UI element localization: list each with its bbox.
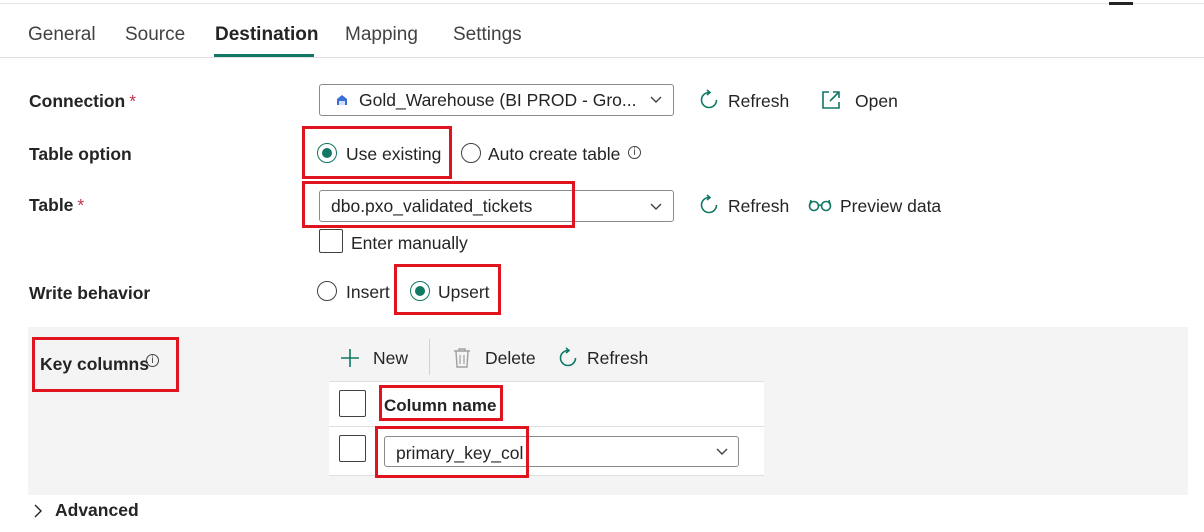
delete-key-column-button[interactable]: Delete [485, 348, 536, 369]
chevron-down-icon [650, 96, 662, 103]
highlight-upsert [394, 264, 501, 315]
open-external-icon[interactable] [820, 89, 842, 111]
tab-destination[interactable]: Destination [215, 24, 318, 46]
refresh-icon[interactable] [557, 347, 579, 369]
tabs-divider [0, 57, 1204, 58]
new-key-column-button[interactable]: New [373, 348, 408, 369]
refresh-icon[interactable] [698, 194, 720, 216]
connection-refresh-button[interactable]: Refresh [728, 91, 789, 112]
refresh-icon[interactable] [698, 89, 720, 111]
table-top-border [329, 381, 764, 382]
highlight-use-existing [302, 126, 452, 179]
highlight-column-name [379, 385, 503, 421]
chevron-right-icon[interactable] [33, 504, 43, 518]
auto-create-table-radio[interactable] [461, 143, 481, 163]
table-refresh-button[interactable]: Refresh [728, 196, 789, 217]
info-icon[interactable]: i [628, 146, 641, 159]
advanced-toggle[interactable]: Advanced [55, 500, 139, 521]
connection-label-text: Connection [29, 91, 126, 111]
auto-create-table-label[interactable]: Auto create table [488, 144, 620, 165]
connection-value: Gold_Warehouse (BI PROD - Gro... [359, 90, 637, 110]
highlight-key-columns [32, 337, 179, 392]
highlight-table [302, 181, 575, 228]
tab-mapping[interactable]: Mapping [345, 24, 418, 46]
warehouse-icon [337, 95, 347, 105]
row-checkbox[interactable] [339, 435, 366, 462]
connection-dropdown[interactable]: Gold_Warehouse (BI PROD - Gro... [319, 84, 674, 116]
key-columns-refresh-button[interactable]: Refresh [587, 348, 648, 369]
write-behavior-label: Write behavior [29, 283, 151, 303]
chevron-down-icon [716, 448, 728, 455]
toolbar-divider [429, 339, 430, 375]
select-all-checkbox[interactable] [339, 390, 366, 417]
tab-settings[interactable]: Settings [453, 24, 522, 46]
required-mark: * [129, 91, 137, 111]
window-minimize-mark[interactable] [1109, 2, 1133, 5]
enter-manually-label[interactable]: Enter manually [351, 233, 468, 254]
chevron-down-icon [650, 203, 662, 210]
connection-label: Connection * [29, 91, 136, 112]
tab-source[interactable]: Source [125, 24, 185, 46]
glasses-icon[interactable] [808, 198, 832, 212]
active-tab-indicator [214, 54, 314, 57]
preview-data-button[interactable]: Preview data [840, 196, 941, 217]
insert-label[interactable]: Insert [346, 282, 390, 303]
highlight-key-column-value [375, 426, 529, 478]
connection-open-button[interactable]: Open [855, 91, 898, 112]
table-label: Table * [29, 195, 84, 216]
trash-icon[interactable] [453, 347, 471, 369]
tab-general[interactable]: General [28, 24, 96, 46]
plus-icon[interactable] [339, 347, 361, 369]
top-border [0, 3, 1204, 4]
table-label-text: Table [29, 195, 74, 215]
table-option-label: Table option [29, 144, 132, 164]
enter-manually-checkbox[interactable] [319, 229, 343, 253]
required-mark: * [77, 195, 85, 215]
insert-radio[interactable] [317, 281, 337, 301]
